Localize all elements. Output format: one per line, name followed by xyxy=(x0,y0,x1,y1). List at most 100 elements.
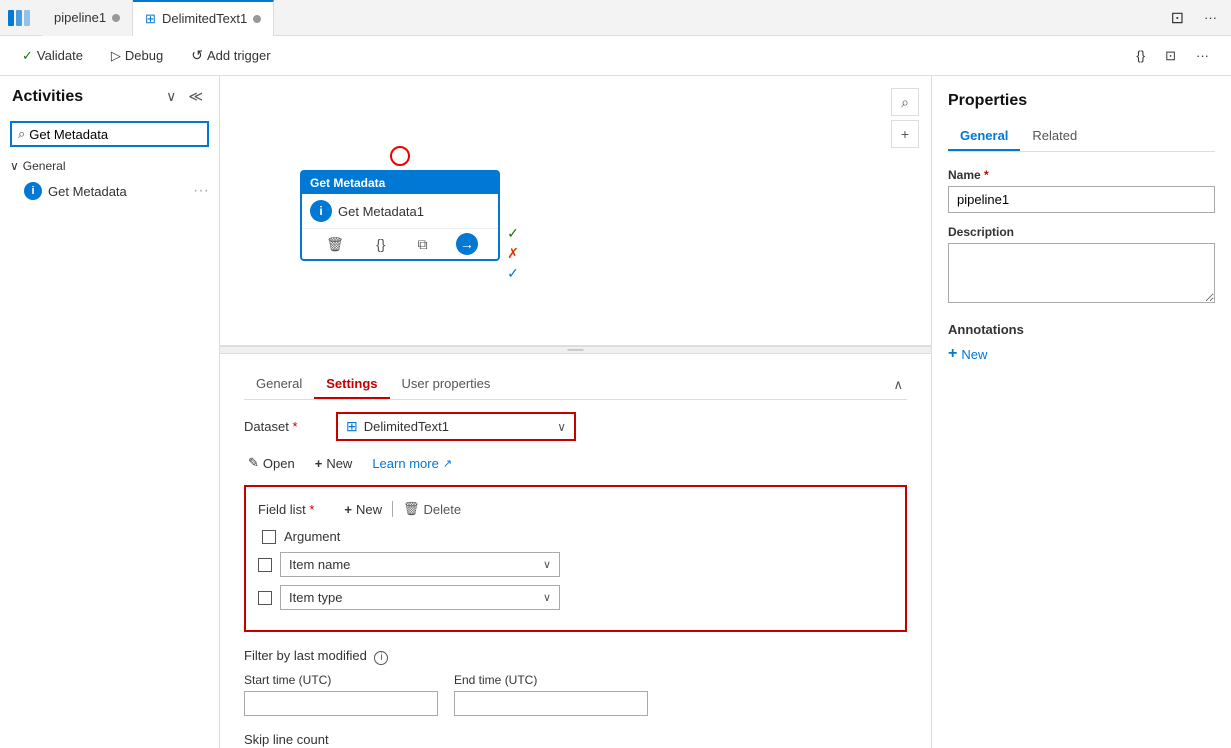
skip-label: Skip line count xyxy=(244,732,907,747)
props-new-annotation-btn[interactable]: + New xyxy=(948,345,987,363)
get-metadata-icon: i xyxy=(24,182,42,200)
tab-bar: pipeline1 ⊞ DelimitedText1 ⊡ ··· xyxy=(0,0,1231,36)
node-box[interactable]: Get Metadata i Get Metadata1 ✓ ✗ ✓ xyxy=(300,170,500,261)
more-toolbar-btn[interactable]: ··· xyxy=(1190,44,1215,67)
main-layout: Activities ∨ ≪ ⌕ ∨ General i Get Metadat… xyxy=(0,76,1231,748)
sidebar-chevron-icon[interactable]: ∨ xyxy=(162,86,180,107)
plus-icon: + xyxy=(315,456,323,471)
node-success-connector[interactable]: ✓ xyxy=(504,224,522,242)
field-list-label: Field list * xyxy=(258,502,314,517)
props-annotations-label: Annotations xyxy=(948,322,1215,337)
tab-pipeline1-label: pipeline1 xyxy=(54,10,106,25)
sidebar-item-label: Get Metadata xyxy=(48,184,127,199)
sidebar-header: Activities ∨ ≪ xyxy=(0,76,219,117)
field-list-row-2: Item type ∨ xyxy=(258,585,893,610)
add-trigger-btn[interactable]: ↺ Add trigger xyxy=(185,43,276,68)
fl-row2-value: Item type xyxy=(289,590,539,605)
node-delete-btn[interactable]: 🗑 xyxy=(322,234,348,255)
tab-icon: ⊞ xyxy=(145,11,156,27)
canvas-top: Get Metadata i Get Metadata1 ✓ ✗ ✓ xyxy=(220,76,931,346)
sidebar-collapse-icon[interactable]: ≪ xyxy=(184,86,207,107)
fl-row2-dropdown[interactable]: Item type ∨ xyxy=(280,585,560,610)
properties-title: Properties xyxy=(948,92,1215,110)
filter-section: Filter by last modified i Start time (UT… xyxy=(244,648,907,716)
node-fail-connector[interactable]: ✗ xyxy=(504,244,522,262)
debug-btn[interactable]: ▷ Debug xyxy=(105,44,169,68)
action-row: ✎ Open + New Learn more ↗ xyxy=(244,453,907,473)
fl-row2-checkbox[interactable] xyxy=(258,591,272,605)
props-tab-related[interactable]: Related xyxy=(1020,122,1089,151)
properties-tabs: General Related xyxy=(948,122,1215,152)
argument-label: Argument xyxy=(284,529,340,544)
tab-settings[interactable]: Settings xyxy=(314,370,389,399)
tab-user-properties-label: User properties xyxy=(402,376,491,391)
canvas-zoom-in-btn[interactable]: + xyxy=(891,120,919,148)
minimize-btn[interactable]: ⊡ xyxy=(1165,4,1190,32)
argument-header-checkbox[interactable] xyxy=(262,530,276,544)
props-tab-general[interactable]: General xyxy=(948,122,1020,151)
filter-info-icon[interactable]: i xyxy=(374,651,388,665)
props-name-field: Name * xyxy=(948,168,1215,213)
group-chevron-icon: ∨ xyxy=(10,159,19,173)
field-list-header: Field list * + New 🗑 Delete xyxy=(258,499,893,519)
monitor-btn[interactable]: ⊡ xyxy=(1159,44,1182,68)
field-list-plus-icon: + xyxy=(344,502,352,517)
learn-more-btn[interactable]: Learn more ↗ xyxy=(368,454,456,473)
field-list-actions: + New 🗑 Delete xyxy=(338,499,467,519)
more-btn[interactable]: ··· xyxy=(1198,6,1223,29)
field-list-new-btn[interactable]: + New xyxy=(338,500,388,519)
dataset-select[interactable]: ⊞ DelimitedText1 ∨ xyxy=(336,412,576,441)
search-box[interactable]: ⌕ xyxy=(10,121,209,147)
tab-pipeline1[interactable]: pipeline1 xyxy=(42,0,133,36)
app-logo xyxy=(8,10,30,26)
node-code-btn[interactable]: {} xyxy=(372,234,389,254)
fl-row1-dropdown[interactable]: Item name ∨ xyxy=(280,552,560,577)
fl-row1-checkbox[interactable] xyxy=(258,558,272,572)
new-label: New xyxy=(326,456,352,471)
end-time-col: End time (UTC) xyxy=(454,673,648,716)
validate-btn[interactable]: ✓ Validate xyxy=(16,44,89,68)
dataset-icon: ⊞ xyxy=(346,418,358,435)
item-more-icon[interactable]: ··· xyxy=(193,182,209,200)
node-copy-btn[interactable]: ⧉ xyxy=(414,234,432,255)
filter-row: Start time (UTC) End time (UTC) xyxy=(244,673,907,716)
fl-row1-value: Item name xyxy=(289,557,539,572)
props-new-label: New xyxy=(961,347,987,362)
code-btn[interactable]: {} xyxy=(1130,44,1151,67)
end-time-input[interactable] xyxy=(454,691,648,716)
node-connector-top xyxy=(390,146,410,166)
group-general[interactable]: ∨ General xyxy=(0,155,219,177)
learn-more-label: Learn more xyxy=(372,456,438,471)
node-footer: 🗑 {} ⧉ → xyxy=(302,228,498,259)
node-complete-connector[interactable]: ✓ xyxy=(504,264,522,282)
tab-bar-actions: ⊡ ··· xyxy=(1165,4,1223,32)
start-time-input[interactable] xyxy=(244,691,438,716)
dataset-row: Dataset * ⊞ DelimitedText1 ∨ xyxy=(244,412,907,441)
add-trigger-icon: ↺ xyxy=(191,47,203,64)
filter-label: Filter by last modified i xyxy=(244,648,907,665)
tab-delimitedtext1-label: DelimitedText1 xyxy=(162,11,247,26)
canvas-area: Get Metadata i Get Metadata1 ✓ ✗ ✓ xyxy=(220,76,931,748)
node-next-btn[interactable]: → xyxy=(456,233,478,255)
tab-delimitedtext1[interactable]: ⊞ DelimitedText1 xyxy=(133,0,274,36)
props-name-input[interactable] xyxy=(948,186,1215,213)
dataset-value: DelimitedText1 xyxy=(364,419,551,434)
props-description-textarea[interactable] xyxy=(948,243,1215,303)
tab-user-properties[interactable]: User properties xyxy=(390,370,503,399)
canvas-divider[interactable]: — xyxy=(220,346,931,354)
panel-collapse-btn[interactable]: ∧ xyxy=(889,373,907,397)
props-description-label: Description xyxy=(948,225,1215,239)
open-btn[interactable]: ✎ Open xyxy=(244,453,299,473)
new-dataset-btn[interactable]: + New xyxy=(311,454,357,473)
sidebar-controls: ∨ ≪ xyxy=(162,86,207,107)
properties-panel: Properties General Related Name * Descri… xyxy=(931,76,1231,748)
field-list-delete-btn[interactable]: 🗑 Delete xyxy=(397,499,467,519)
tab-settings-label: Settings xyxy=(326,376,377,391)
tab-general[interactable]: General xyxy=(244,370,314,399)
canvas-search-btn[interactable]: ⌕ xyxy=(891,88,919,116)
node-name: Get Metadata1 xyxy=(338,204,424,219)
field-list-new-label: New xyxy=(356,502,382,517)
sidebar-item-get-metadata[interactable]: i Get Metadata ··· xyxy=(0,177,219,205)
search-input[interactable] xyxy=(29,127,201,142)
node-header: Get Metadata xyxy=(302,172,498,194)
